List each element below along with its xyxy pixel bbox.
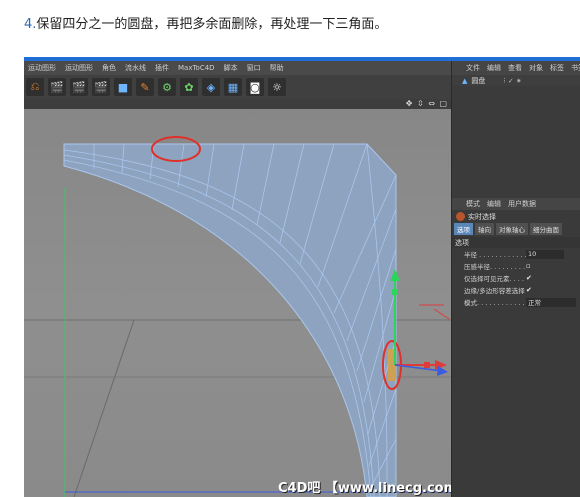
object-name: 圆盘: [471, 76, 486, 85]
section-title: 选项: [452, 237, 580, 248]
polygon-object-icon: ▲: [462, 76, 468, 85]
clapper-icon[interactable]: 🎬: [48, 78, 66, 96]
object-row-disc[interactable]: ▲ 圆盘 ⁝ ✓ ⁕: [452, 75, 580, 86]
om-menu-tags[interactable]: 标签: [550, 63, 564, 73]
caption-text: 保留四分之一的圆盘，再把多余面删除，再处理一下三角面。: [36, 17, 388, 32]
light-icon[interactable]: ☼: [268, 78, 286, 96]
gear-icon[interactable]: ⚙: [158, 78, 176, 96]
tab-object-axis[interactable]: 对象轴心: [496, 223, 528, 235]
pressure-row: 压感半径. . . . . . . . . ▫: [452, 260, 580, 272]
attribute-subtabs: 选项 轴向 对象轴心 细分曲面: [452, 223, 580, 235]
pressure-label: 压感半径. . . . . . . . .: [464, 263, 526, 271]
viewport-header: ✥ ⇳ ⇔ ▢: [24, 99, 451, 109]
edge-loop-row: 边缘/多边形容差选择 ✔: [452, 284, 580, 296]
caption-step: 4.: [24, 17, 37, 32]
om-menu-objects[interactable]: 对象: [529, 63, 543, 73]
menu-item-maxtoc4d[interactable]: MaxToC4D: [178, 64, 215, 72]
caption: 4.保留四分之一的圆盘，再把多余面删除，再处理一下三角面。: [24, 13, 387, 32]
menu-item-character[interactable]: 角色: [102, 63, 116, 73]
menu-item-help[interactable]: 帮助: [270, 63, 284, 73]
object-list-area[interactable]: [452, 86, 580, 198]
viewport-nav-icons[interactable]: ✥ ⇳ ⇔ ▢: [406, 99, 448, 108]
tab-subdivision[interactable]: 细分曲面: [530, 223, 562, 235]
camera-icon[interactable]: ◙: [246, 78, 264, 96]
am-menu-edit[interactable]: 编辑: [487, 199, 501, 209]
menu-item-plugins[interactable]: 插件: [155, 63, 169, 73]
visible-only-label: 仅选择可见元素. . . .: [464, 275, 524, 283]
om-menu-view[interactable]: 查看: [508, 63, 522, 73]
main-toolbar: ⎌ 🎬 🎬 🎬 ■ ✎ ⚙ ✿ ◈ ▦ ◙ ☼: [24, 75, 451, 99]
viewport-scene: [24, 136, 451, 497]
flower-icon[interactable]: ✿: [180, 78, 198, 96]
tool-title: 实时选择: [468, 212, 496, 221]
tab-options[interactable]: 选项: [454, 223, 473, 235]
clapper-icon[interactable]: 🎬: [70, 78, 88, 96]
menu-item-mograph-b[interactable]: 运动图形: [65, 63, 93, 73]
clapper-icon[interactable]: 🎬: [92, 78, 110, 96]
object-manager-menu: 文件 编辑 查看 对象 标签 书签: [452, 61, 580, 75]
edge-loop-label: 边缘/多边形容差选择: [464, 287, 525, 295]
tab-axis[interactable]: 轴向: [475, 223, 494, 235]
mode-select[interactable]: 正常: [526, 297, 576, 307]
menu-bar: 运动图形 运动图形 角色 流水线 插件 MaxToC4D 脚本 窗口 帮助: [24, 61, 451, 75]
undo-icon[interactable]: ⎌: [26, 78, 44, 96]
mode-label: 模式. . . . . . . . . . . . .: [464, 299, 526, 307]
deformer-icon[interactable]: ◈: [202, 78, 220, 96]
visibility-flags-icon[interactable]: ⁝ ✓ ⁕: [503, 77, 521, 85]
radius-row: 半径 . . . . . . . . . . . . 10: [452, 248, 580, 260]
menu-item-pipeline[interactable]: 流水线: [125, 63, 146, 73]
attribute-manager-menu: 模式 编辑 用户数据: [452, 198, 580, 210]
visible-only-row: 仅选择可见元素. . . . ✔: [452, 272, 580, 284]
mode-row: 模式. . . . . . . . . . . . . 正常: [452, 296, 580, 308]
cube-icon[interactable]: ■: [114, 78, 132, 96]
menu-item-mograph-a[interactable]: 运动图形: [28, 63, 56, 73]
grid-line: [73, 319, 135, 497]
edge-loop-checkbox[interactable]: ✔: [526, 286, 532, 294]
watermark: C4D吧 【www.linecg.com/tieba/1799】: [278, 481, 451, 496]
floor-icon[interactable]: ▦: [224, 78, 242, 96]
pen-icon[interactable]: ✎: [136, 78, 154, 96]
am-menu-userdata[interactable]: 用户数据: [508, 199, 536, 209]
om-menu-file[interactable]: 文件: [466, 63, 480, 73]
visible-only-checkbox[interactable]: ✔: [526, 274, 532, 282]
tool-header: 实时选择: [452, 210, 580, 223]
radius-label: 半径 . . . . . . . . . . . .: [464, 251, 526, 259]
menu-item-window[interactable]: 窗口: [247, 63, 261, 73]
cinema4d-window: 运动图形 运动图形 角色 流水线 插件 MaxToC4D 脚本 窗口 帮助 ⎌ …: [24, 57, 580, 497]
am-menu-mode[interactable]: 模式: [466, 199, 480, 209]
right-panel: 文件 编辑 查看 对象 标签 书签 ▲ 圆盘 ⁝ ✓ ⁕ 模式 编辑 用户数据 …: [451, 61, 580, 497]
radius-field[interactable]: 10: [526, 249, 564, 259]
pressure-checkbox[interactable]: ▫: [526, 262, 531, 270]
live-selection-icon: [456, 212, 465, 221]
move-gizmo[interactable]: [390, 269, 450, 376]
om-menu-edit[interactable]: 编辑: [487, 63, 501, 73]
menu-item-script[interactable]: 脚本: [224, 63, 238, 73]
3d-viewport[interactable]: C4D吧 【www.linecg.com/tieba/1799】: [24, 109, 451, 497]
om-menu-bookmarks[interactable]: 书签: [571, 63, 580, 73]
